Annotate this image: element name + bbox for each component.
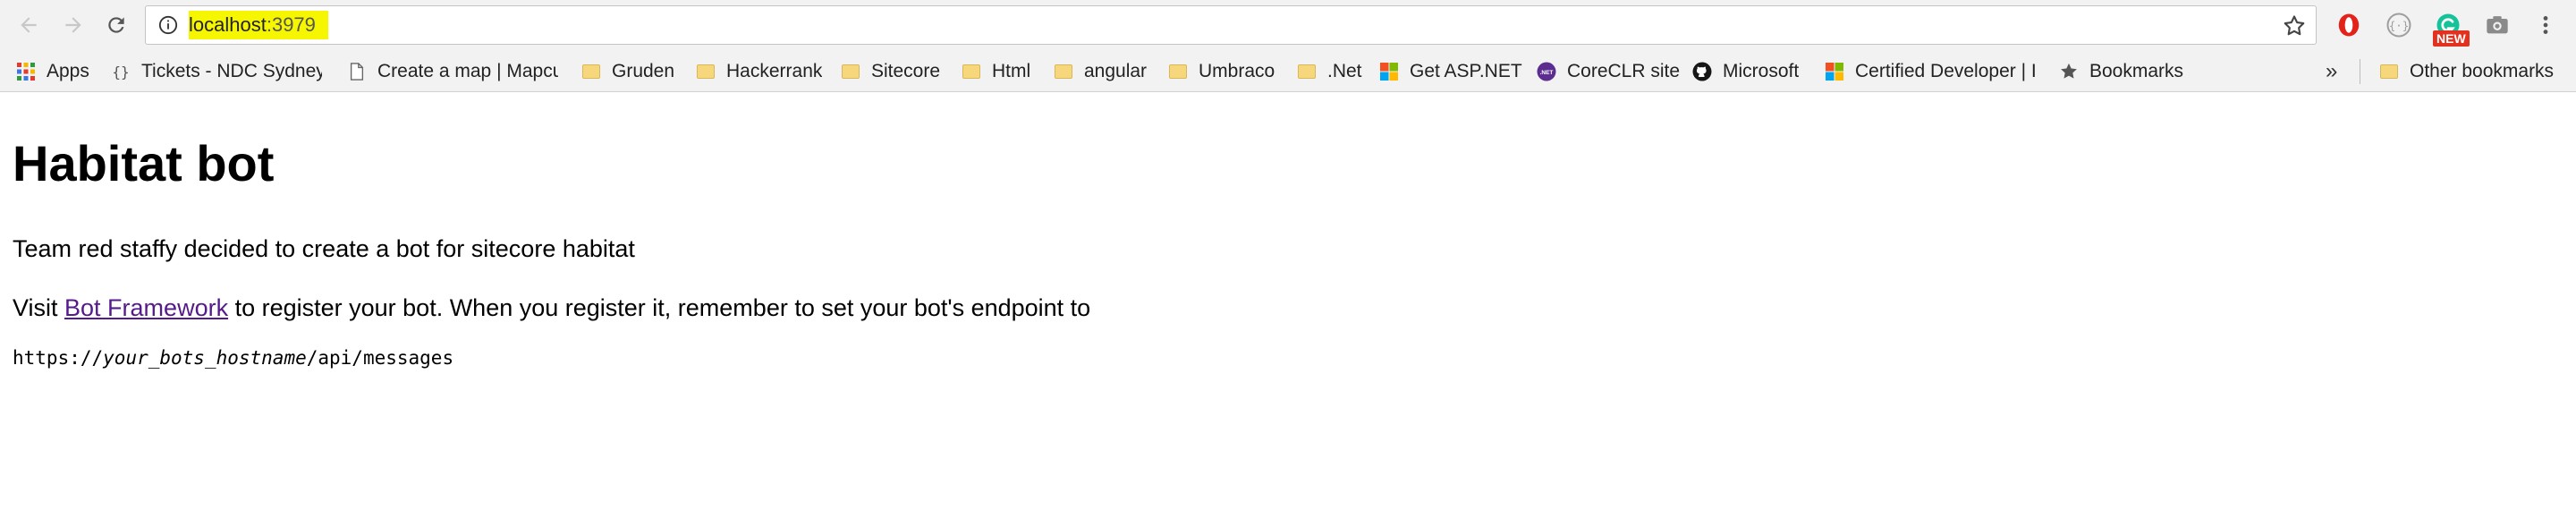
browser-toolbar: localhost:3979 {·} NEW <box>0 0 2576 52</box>
bookmark-label: CoreCLR site <box>1567 61 1681 81</box>
bookmark-folder-umbraco[interactable]: Umbraco <box>1168 52 1275 91</box>
intro-text: Team red staffy decided to create a bot … <box>13 235 635 262</box>
back-button[interactable] <box>9 5 48 45</box>
arrow-right-icon <box>65 17 81 33</box>
svg-text:.NET: .NET <box>1540 70 1554 76</box>
bookmark-folder-dotnet[interactable]: .Net <box>1297 52 1362 91</box>
bookmark-label: Other bookmarks <box>2410 61 2555 81</box>
forward-button[interactable] <box>54 5 93 45</box>
url-host: localhost <box>189 13 267 36</box>
bookmark-apps[interactable]: Apps <box>16 52 89 91</box>
bookmark-coreclr[interactable]: .NET CoreCLR site <box>1537 52 1680 91</box>
folder-icon <box>1168 62 1188 81</box>
opera-extension-icon[interactable] <box>2331 7 2367 43</box>
microsoft-logo-icon <box>1825 62 1844 81</box>
bookmarks-overflow-button[interactable]: » <box>2326 52 2337 91</box>
reload-button[interactable] <box>97 5 136 45</box>
info-icon <box>158 15 178 35</box>
folder-icon <box>841 62 860 81</box>
bookmark-label: Tickets - NDC Sydney <box>141 61 322 81</box>
bookmark-label: Umbraco <box>1199 61 1275 81</box>
bookmark-folder-html[interactable]: Html <box>962 52 1030 91</box>
bookmark-label: Hackerrank <box>726 61 823 81</box>
bookmark-label: Bookmarks <box>2089 61 2184 81</box>
bookmark-label: Microsoft <box>1723 61 1800 81</box>
bookmarks-bar: Apps {} Tickets - NDC Sydney Create a ma… <box>0 52 2576 92</box>
instructions-text: Visit Bot Framework to register your bot… <box>13 290 1090 326</box>
bookmark-label: Certified Developer | I <box>1855 61 2036 81</box>
star-icon <box>2059 62 2079 81</box>
bookmark-folder-gruden[interactable]: Gruden <box>581 52 674 91</box>
visit-prefix-text: Visit <box>13 294 65 321</box>
folder-icon <box>2379 62 2399 81</box>
code-braces-icon: {} <box>112 63 130 81</box>
code-prefix: https:// <box>13 347 104 369</box>
visit-suffix-text: to register your bot. When you register … <box>228 294 1091 321</box>
bookmark-bookmarks[interactable]: Bookmarks <box>2059 52 2183 91</box>
bookmark-tickets-ndc[interactable]: {} Tickets - NDC Sydney <box>111 52 322 91</box>
bot-framework-link[interactable]: Bot Framework <box>64 294 228 321</box>
bookmark-other-bookmarks[interactable]: Other bookmarks <box>2379 52 2554 91</box>
bookmark-create-map[interactable]: Create a map | Mapcu <box>347 52 558 91</box>
bookmark-label: Get ASP.NET <box>1410 61 1522 81</box>
endpoint-code: https://your_bots_hostname/api/messages <box>13 343 453 373</box>
code-hostname-placeholder: your_bots_hostname <box>103 347 307 369</box>
bookmark-folder-sitecore[interactable]: Sitecore <box>841 52 940 91</box>
svg-text:{·}: {·} <box>2389 19 2410 32</box>
bookmark-certified-developer[interactable]: Certified Developer | I <box>1825 52 2036 91</box>
apps-grid-icon <box>16 62 36 81</box>
bookmark-label: Html <box>992 61 1031 81</box>
url-text: localhost:3979 <box>189 10 328 40</box>
bookmark-label: .Net <box>1327 61 1362 81</box>
bookmark-label: angular <box>1084 61 1148 81</box>
bookmark-folder-hackerrank[interactable]: Hackerrank <box>696 52 822 91</box>
folder-icon <box>696 62 716 81</box>
github-icon <box>1692 62 1712 81</box>
bookmark-folder-angular[interactable]: angular <box>1054 52 1147 91</box>
code-suffix: /api/messages <box>306 347 454 369</box>
bookmark-star-icon[interactable] <box>2282 13 2307 38</box>
page-icon <box>347 62 367 81</box>
arrow-left-icon <box>21 17 37 33</box>
dotnet-logo-icon: .NET <box>1537 62 1556 81</box>
bookmark-label: Create a map | Mapcu <box>377 61 558 81</box>
folder-icon <box>1297 62 1317 81</box>
folder-icon <box>1054 62 1073 81</box>
camera-extension-icon[interactable] <box>2479 7 2515 43</box>
new-badge: NEW <box>2433 30 2470 47</box>
folder-icon <box>581 62 601 81</box>
page-content: Habitat bot Team red staffy decided to c… <box>13 92 2562 522</box>
folder-icon <box>962 62 981 81</box>
code-extension-icon[interactable]: {·} <box>2381 7 2417 43</box>
page-title: Habitat bot <box>13 135 275 191</box>
bookmark-label: Gruden <box>612 61 675 81</box>
reload-icon <box>108 17 124 33</box>
bookmark-get-aspnet[interactable]: Get ASP.NET <box>1379 52 1522 91</box>
url-port: :3979 <box>266 13 316 36</box>
bookmark-label: Sitecore <box>871 61 941 81</box>
microsoft-logo-icon <box>1379 62 1399 81</box>
address-bar[interactable]: localhost:3979 <box>145 5 2317 45</box>
menu-dots-icon[interactable] <box>2528 7 2563 43</box>
bookmark-microsoft[interactable]: Microsoft <box>1692 52 1799 91</box>
bookmark-label: Apps <box>47 61 89 81</box>
